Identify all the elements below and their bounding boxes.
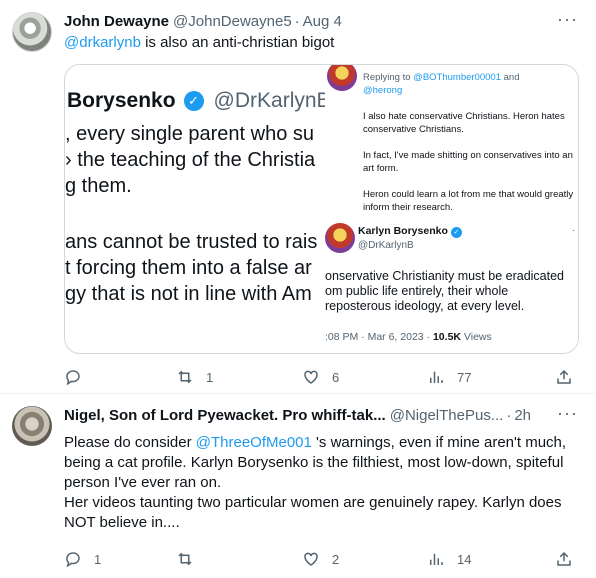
views-button[interactable]: 77: [427, 367, 471, 387]
tweet-text: @drkarlynb is also an anti-christian big…: [64, 33, 334, 53]
action-bar: 1 2 14: [64, 549, 584, 569]
tweet-header: John Dewayne @JohnDewayne5 · Aug 4: [64, 11, 342, 31]
author-name[interactable]: Nigel, Son of Lord Pyewacket. Pro whiff-…: [64, 407, 386, 424]
screenshot-line: t forcing them into a false ar: [65, 257, 312, 279]
more-icon[interactable]: ···: [557, 9, 578, 29]
reply-avatar: [327, 65, 357, 91]
avatar[interactable]: [12, 406, 52, 446]
reply-button[interactable]: [64, 367, 94, 387]
tweet-text-body: Her videos taunting two particular women…: [64, 494, 562, 531]
like-button[interactable]: 2: [302, 549, 339, 569]
author-handle[interactable]: @NigelThePus...: [390, 407, 504, 424]
like-icon: [304, 370, 318, 384]
retweet-button[interactable]: 1: [176, 367, 213, 387]
reply-paragraph: I also hate conservative Christians. Her…: [363, 111, 565, 135]
quoted-meta: :08 PM · Mar 6, 2023 · 10.5K Views: [325, 331, 492, 343]
author-name[interactable]: John Dewayne: [64, 13, 169, 30]
views-button[interactable]: 14: [427, 549, 471, 569]
mention-link[interactable]: @drkarlynb: [64, 34, 141, 51]
share-button[interactable]: [555, 367, 573, 387]
share-icon: [557, 551, 571, 566]
like-button[interactable]: 6: [302, 367, 339, 387]
views-count: 77: [457, 369, 472, 385]
quoted-line: reposterous ideology, at every level.: [325, 299, 525, 313]
reply-paragraph: In fact, I've made shitting on conservat…: [363, 150, 573, 174]
tweet-header: Nigel, Son of Lord Pyewacket. Pro whiff-…: [64, 405, 531, 425]
tweet-time[interactable]: Aug 4: [303, 13, 342, 30]
retweet-icon: [178, 370, 192, 384]
cropped-tweet-screenshot: Borysenko ✓ @DrKarlynB , every single pare…: [65, 65, 325, 353]
screenshot-line: g them.: [65, 175, 132, 197]
screenshot-reply: Replying to @BOThumber00001 and @herong I…: [363, 71, 578, 227]
tweet-text: Please do consider @ThreeOfMe001 's warn…: [64, 433, 584, 533]
tweet-media[interactable]: Borysenko ✓ @DrKarlynB , every single pare…: [64, 64, 579, 354]
mention-link[interactable]: @ThreeOfMe001: [196, 434, 312, 451]
tweet[interactable]: Nigel, Son of Lord Pyewacket. Pro whiff-…: [0, 394, 596, 578]
reply-button[interactable]: 1: [64, 549, 101, 569]
views-icon: [430, 371, 443, 383]
reply-paragraph: Heron could learn a lot from me that wou…: [363, 189, 574, 213]
screenshot-line: › the teaching of the Christia: [65, 149, 316, 171]
share-icon: [557, 369, 571, 384]
like-count: 6: [332, 369, 340, 385]
screenshot-author-name: Borysenko: [67, 89, 176, 112]
quoted-tweet-screenshot: Karlyn Borysenko ✓ @DrKarlynB · onservati…: [321, 219, 578, 353]
reply-count: 1: [94, 551, 102, 567]
tweet-text-body: Please do consider: [64, 434, 196, 451]
quoted-line: om public life entirely, their whole: [325, 284, 509, 298]
like-icon: [304, 552, 318, 566]
quoted-author: Karlyn Borysenko ✓: [358, 225, 462, 238]
tweet-time[interactable]: 2h: [514, 407, 531, 424]
quoted-more-icon: ·: [571, 225, 575, 236]
replying-to: Replying to @BOThumber00001 and @herong: [363, 72, 520, 96]
views-icon: [430, 553, 443, 565]
tweet-text-body: is also an anti-christian bigot: [140, 34, 335, 51]
verified-icon: ✓: [450, 227, 462, 238]
views-count: 14: [457, 551, 472, 567]
action-bar: 1 6 77: [64, 367, 584, 387]
retweet-count: 1: [206, 369, 214, 385]
screenshot-author-handle: @DrKarlynB: [213, 89, 325, 112]
quoted-handle: @DrKarlynB: [358, 240, 414, 251]
quoted-avatar: [325, 223, 355, 253]
screenshot-line: ɡy that is not in line with Am: [65, 283, 312, 305]
share-button[interactable]: [555, 549, 573, 569]
author-handle[interactable]: @JohnDewayne5: [173, 13, 292, 30]
quoted-line: onservative Christianity must be eradica…: [325, 269, 565, 283]
tweet[interactable]: John Dewayne @JohnDewayne5 · Aug 4 ··· @…: [0, 0, 596, 393]
quoted-author-name: Karlyn Borysenko: [358, 225, 448, 237]
reply-icon: [66, 552, 80, 568]
separator-dot: ·: [294, 12, 300, 30]
avatar[interactable]: [12, 12, 52, 52]
screenshot-line: , every single parent who su: [65, 123, 315, 145]
quoted-text: onservative Christianity must be eradica…: [325, 269, 578, 314]
separator-dot: ·: [506, 406, 512, 424]
reply-icon: [66, 370, 80, 386]
verified-icon: ✓: [183, 91, 204, 111]
screenshot-line: ans cannot be trusted to rais: [65, 231, 318, 253]
screenshot-author: Borysenko ✓ @DrKarlynB: [67, 89, 325, 113]
retweet-button[interactable]: [176, 549, 206, 569]
retweet-icon: [178, 552, 192, 566]
more-icon[interactable]: ···: [557, 403, 578, 423]
like-count: 2: [332, 551, 340, 567]
